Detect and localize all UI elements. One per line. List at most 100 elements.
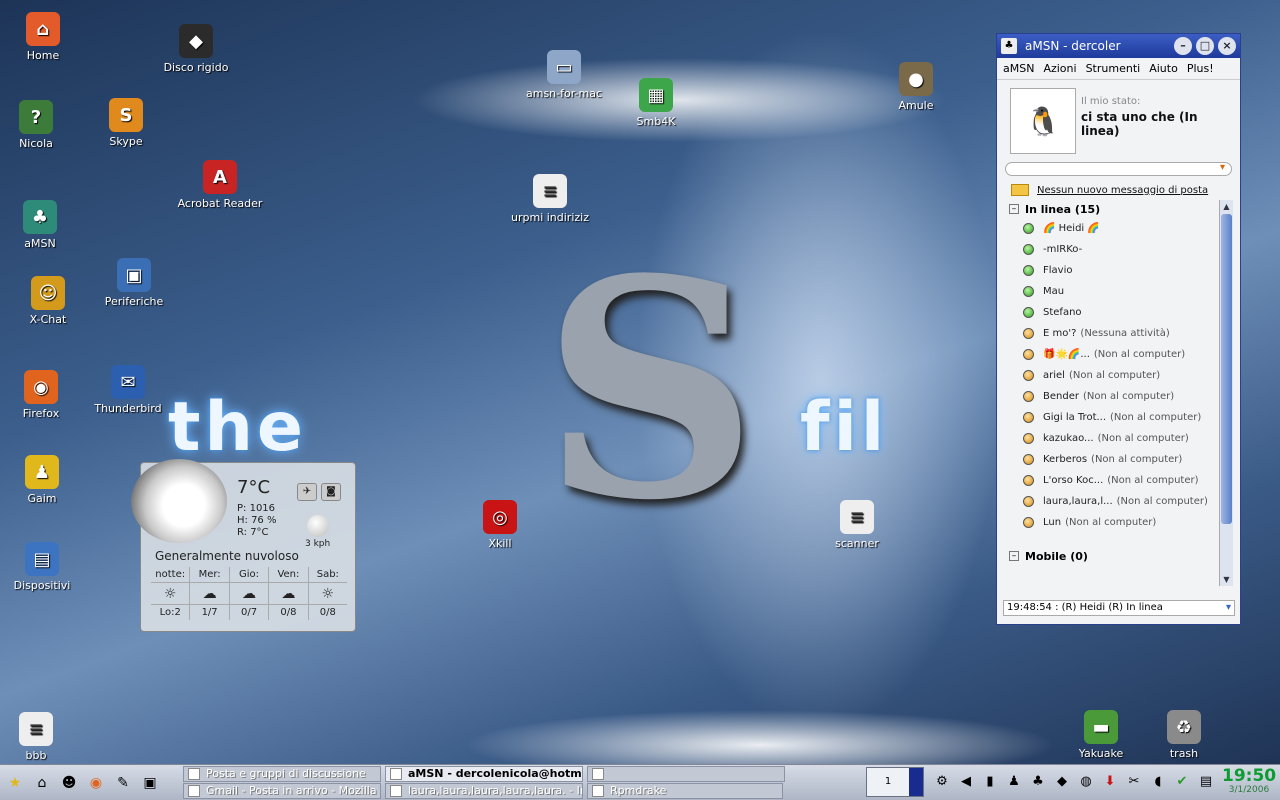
clock[interactable]: 19:50 3/1/2006	[1222, 767, 1276, 795]
menu-item-azioni[interactable]: Azioni	[1043, 62, 1076, 75]
volume-tray-icon[interactable]: ◀	[956, 771, 976, 793]
tools-launcher-icon[interactable]: ✎	[112, 773, 134, 793]
update-tray-icon[interactable]: ⬇	[1100, 771, 1120, 793]
kmenu-star-icon[interactable]: ★	[4, 773, 26, 793]
close-button[interactable]: ×	[1218, 37, 1236, 55]
pager-desktop-1[interactable]: 1	[867, 768, 909, 796]
contact-list[interactable]: – In linea (15) 🌈 Heidi 🌈 -mIRKo- Flavio Ma…	[1003, 200, 1233, 586]
globe-tray-icon[interactable]: ◍	[1076, 771, 1096, 793]
taskbar-button[interactable]	[587, 766, 785, 782]
contact-name: 🌈 Heidi 🌈	[1043, 223, 1100, 234]
maximize-button[interactable]: □	[1196, 37, 1214, 55]
contact-row[interactable]: Gigi la Trot... (Non al computer)	[1003, 407, 1233, 428]
psm-dropdown-icon[interactable]: ▾	[1220, 162, 1225, 173]
desktop-icon-skype[interactable]: S Skype	[78, 98, 174, 148]
penguin-launcher-icon[interactable]: ☻	[58, 773, 80, 793]
amsn-titlebar[interactable]: ♣ aMSN - dercoler – □ ×	[997, 34, 1240, 58]
contact-row[interactable]: Kerberos (Non al computer)	[1003, 449, 1233, 470]
desktop-icon-acrobat-reader[interactable]: A Acrobat Reader	[172, 160, 268, 210]
amsn-tray-icon[interactable]: ♣	[1028, 771, 1048, 793]
contact-row[interactable]: 🎁🌟🌈... (Non al computer)	[1003, 344, 1233, 365]
desktop-icon-yakuake[interactable]: ▬ Yakuake	[1053, 710, 1149, 760]
contact-row[interactable]: laura,laura,l... (Non al computer)	[1003, 491, 1233, 512]
group-mobile-label: Mobile (0)	[1025, 549, 1088, 563]
contact-row[interactable]: kazukao... (Non al computer)	[1003, 428, 1233, 449]
contact-row[interactable]: L'orso Koc... (Non al computer)	[1003, 470, 1233, 491]
minimize-button[interactable]: –	[1174, 37, 1192, 55]
amsn-window[interactable]: ♣ aMSN - dercoler – □ × aMSN Azioni Strume…	[996, 33, 1241, 625]
desktop-icon-xkill[interactable]: ◎ Xkill	[452, 500, 548, 550]
cube-tray-icon[interactable]: ◆	[1052, 771, 1072, 793]
personal-message-field[interactable]: ▾	[1005, 162, 1232, 176]
desktop-icon-periferiche[interactable]: ▣ Periferiche	[86, 258, 182, 308]
desktop-icon-urpmi-indiriziz[interactable]: ≡ urpmi indiriziz	[502, 174, 598, 224]
firefox-launcher-icon[interactable]: ◉	[85, 773, 107, 793]
desktop-icon-home[interactable]: ⌂ Home	[0, 12, 91, 62]
taskbar-button[interactable]: Gmail - Posta in arrivo - Mozilla F	[183, 783, 381, 799]
contact-row[interactable]: Lun (Non al computer)	[1003, 512, 1233, 533]
menu-item-strumenti[interactable]: Strumenti	[1086, 62, 1141, 75]
network-tray-icon[interactable]: ⚙	[932, 771, 952, 793]
menu-item-plus-[interactable]: Plus!	[1187, 62, 1214, 75]
contact-row[interactable]: Bender (Non al computer)	[1003, 386, 1233, 407]
collapse-icon[interactable]: –	[1009, 551, 1019, 561]
taskbar-button[interactable]: laura,laura,laura,laura,laura. - In	[385, 783, 583, 799]
collapse-icon[interactable]: –	[1009, 204, 1019, 214]
scroll-down-icon[interactable]: ▼	[1220, 573, 1233, 586]
home-launcher-icon[interactable]: ⌂	[31, 773, 53, 793]
desktop-icon-thunderbird[interactable]: ✉ Thunderbird	[80, 365, 176, 415]
tools-tray-icon[interactable]: ✂	[1124, 771, 1144, 793]
group-online[interactable]: – In linea (15)	[1003, 200, 1233, 218]
mic-tray-icon[interactable]: ◖	[1148, 771, 1168, 793]
contact-row[interactable]: Flavio	[1003, 260, 1233, 281]
taskbar-button-label: aMSN - dercolenicola@hotma	[408, 767, 583, 780]
contact-row[interactable]: 🌈 Heidi 🌈	[1003, 218, 1233, 239]
desktop-icon-amule[interactable]: ● Amule	[868, 62, 964, 112]
my-status-button[interactable]: ci sta uno che (In linea)	[1081, 110, 1240, 138]
terminal-launcher-icon[interactable]: ▣	[139, 773, 161, 793]
desktop-icon-bbb[interactable]: ≡ bbb	[0, 712, 84, 762]
desktop-icon-disco-rigido[interactable]: ◆ Disco rigido	[148, 24, 244, 74]
menu-item-aiuto[interactable]: Aiuto	[1149, 62, 1178, 75]
forecast-weather-icon: ☁	[269, 583, 308, 605]
check-tray-icon[interactable]: ✔	[1172, 771, 1192, 793]
taskbar-button[interactable]: Posta e gruppi di discussione	[183, 766, 381, 782]
menu-item-amsn[interactable]: aMSN	[1003, 62, 1034, 75]
event-log[interactable]: 19:48:54 : (R) Heidi (R) In linea ▾	[1003, 600, 1235, 616]
scroll-up-icon[interactable]: ▲	[1220, 200, 1233, 213]
taskbar-button[interactable]: Rpmdrake	[587, 783, 783, 799]
desktop-icon-dispositivi[interactable]: ▤ Dispositivi	[0, 542, 90, 592]
battery-tray-icon[interactable]: ▮	[980, 771, 1000, 793]
contact-row[interactable]: -mIRKo-	[1003, 239, 1233, 260]
contact-name: Mau	[1043, 286, 1065, 297]
desktop-icon-firefox[interactable]: ◉ Firefox	[0, 370, 89, 420]
radar-icon[interactable]: ✈	[297, 483, 317, 501]
contact-row[interactable]: Mau	[1003, 281, 1233, 302]
desktop-pager[interactable]: 1	[866, 767, 924, 797]
desktop-icon-nicola[interactable]: ? Nicola	[0, 100, 84, 150]
avatar[interactable]: 🐧	[1010, 88, 1076, 154]
desktop-icon-gaim[interactable]: ♟ Gaim	[0, 455, 90, 505]
desktop-icon-x-chat[interactable]: ☺ X-Chat	[0, 276, 96, 326]
chevron-down-icon[interactable]: ▾	[1226, 601, 1231, 615]
amsn-app-icon[interactable]: ♣	[1001, 38, 1017, 54]
contact-name: L'orso Koc...	[1043, 475, 1104, 486]
printer-tray-icon[interactable]: ▤	[1196, 771, 1216, 793]
desktop-icon-amsn-for-mac[interactable]: ▭ amsn-for-mac	[516, 50, 612, 100]
contact-row[interactable]: E mo'? (Nessuna attività)	[1003, 323, 1233, 344]
desktop-icon-smb4k[interactable]: ▦ Smb4K	[608, 78, 704, 128]
scrollbar-thumb[interactable]	[1221, 214, 1232, 524]
contact-scrollbar[interactable]: ▲ ▼	[1219, 200, 1233, 586]
camera-icon[interactable]: ◙	[321, 483, 341, 501]
group-mobile[interactable]: – Mobile (0)	[1003, 547, 1233, 565]
mail-link[interactable]: Nessun nuovo messaggio di posta	[1037, 185, 1208, 196]
pager-desktop-2[interactable]	[909, 768, 923, 796]
weather-widget[interactable]: 7°C P: 1016 H: 76 % R: 7°C ✈ ◙ 3 kph Gen…	[131, 459, 356, 632]
desktop-icon-scanner[interactable]: ≡ scanner	[809, 500, 905, 550]
taskbar-button[interactable]: aMSN - dercolenicola@hotma	[385, 766, 583, 782]
contact-row[interactable]: Stefano	[1003, 302, 1233, 323]
contact-row[interactable]: ariel (Non al computer)	[1003, 365, 1233, 386]
desktop-icon-amsn[interactable]: ♣ aMSN	[0, 200, 88, 250]
desktop-icon-trash[interactable]: ♻ trash	[1136, 710, 1232, 760]
user-tray-icon[interactable]: ♟	[1004, 771, 1024, 793]
